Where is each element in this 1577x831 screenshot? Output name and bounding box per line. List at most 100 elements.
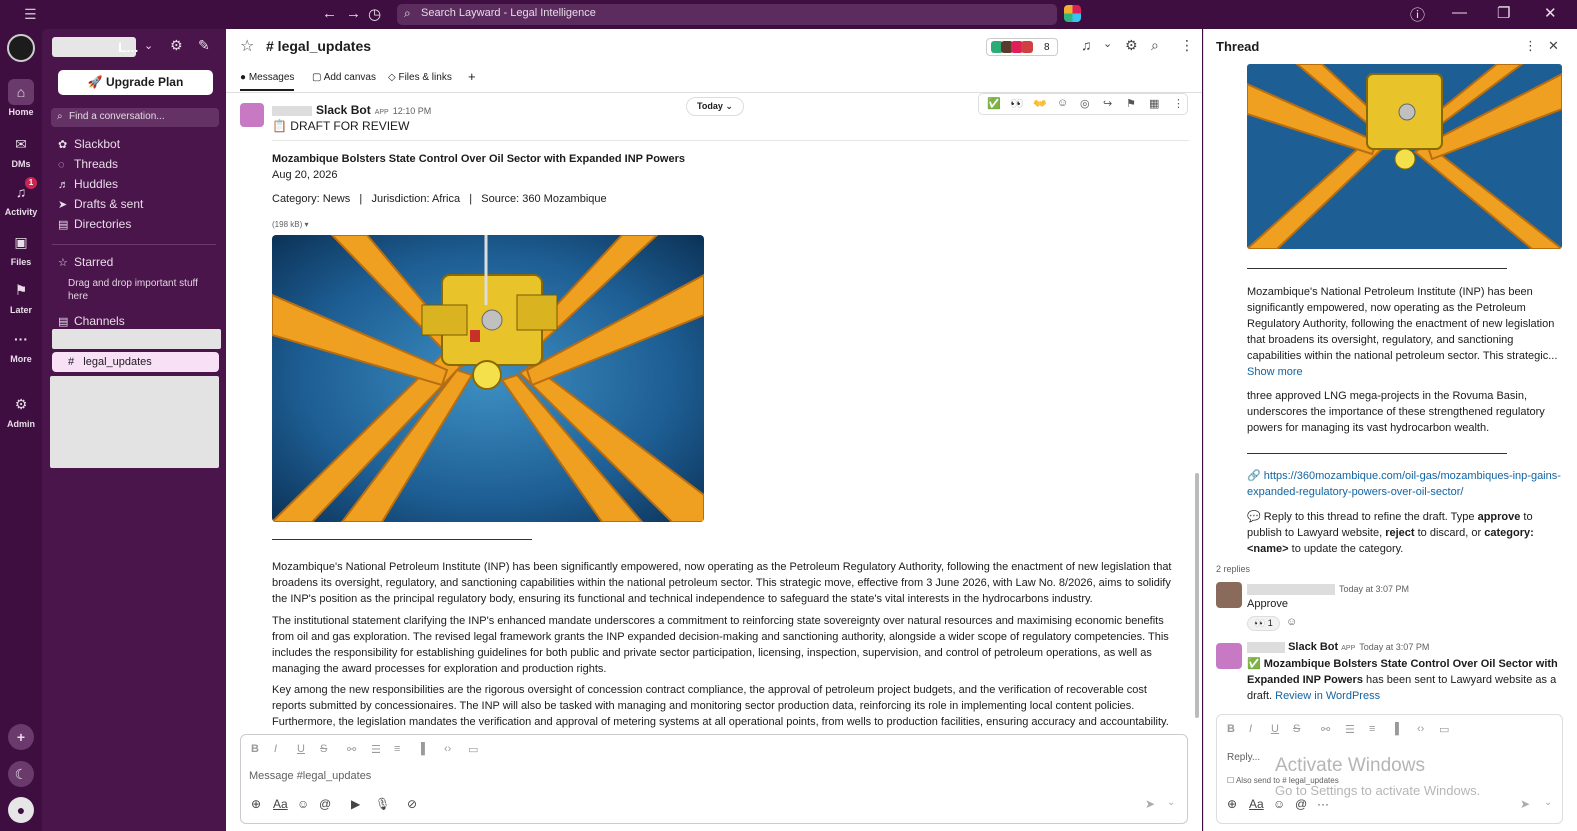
rail-admin[interactable]: ⚙ Admin [0,391,42,429]
sidebar-item-threads[interactable]: ◌ Threads [58,155,118,173]
reply-thread-icon[interactable]: ◎ [1080,97,1090,110]
rail-home[interactable]: ⌂ Home [0,79,42,117]
starred-section[interactable]: ☆ Starred [58,253,113,271]
strikethrough-icon[interactable]: S [320,743,327,755]
avatar[interactable] [1216,643,1242,669]
reply-sender[interactable]: Today at 3:07 PM [1247,583,1409,595]
search-bar[interactable]: ⌕ Search Layward - Legal Intelligence [397,4,1057,25]
quote-icon[interactable]: ▌ [1395,723,1403,735]
mention-icon[interactable]: @ [319,797,331,811]
link-icon[interactable]: ⚯ [347,743,356,756]
oil-rig-image[interactable] [1247,64,1562,249]
tab-files-links[interactable]: ◇ Files & links [388,72,452,83]
bullet-list-icon[interactable]: ≡ [1369,723,1375,735]
send-icon[interactable]: ➤ [1520,797,1530,811]
theme-toggle[interactable]: ☾ [0,761,42,789]
eyes-icon[interactable]: 👀 [1010,97,1024,110]
show-more-link[interactable]: Show more [1247,364,1565,380]
rail-files[interactable]: ▣ Files [0,229,42,267]
sidebar-item-slackbot[interactable]: ✿ Slackbot [58,135,120,153]
maximize-icon[interactable]: ❐ [1497,4,1510,22]
workspace-logo[interactable] [7,34,35,62]
quote-icon[interactable]: ▌ [421,743,429,755]
reaction-eyes[interactable]: 👀 1 [1247,616,1280,631]
star-icon[interactable]: ☆ [240,36,254,56]
mention-icon[interactable]: @ [1295,797,1307,811]
italic-icon[interactable]: I [1249,723,1252,735]
find-conversation-input[interactable]: ⌕ Find a conversation... [51,108,219,127]
scrollbar[interactable] [1195,473,1199,718]
bullet-list-icon[interactable]: ≡ [394,743,400,755]
add-workspace-button[interactable]: + [0,724,42,752]
rail-later[interactable]: ⚑ Later [0,277,42,315]
send-icon[interactable]: ➤ [1145,797,1155,811]
tab-messages[interactable]: ● Messages [240,72,295,91]
rail-more[interactable]: ··· More [0,326,42,364]
notification-icon[interactable]: ⚙ [1125,37,1138,54]
workspace-name[interactable]: L... [52,37,138,57]
code-icon[interactable]: ‹› [1417,723,1424,735]
avatar[interactable] [1216,582,1242,608]
settings-icon[interactable]: ⚙ [170,37,183,54]
search-icon[interactable]: ⌕ [1151,37,1159,54]
plus-icon[interactable]: ⊕ [1227,797,1237,811]
slash-command-icon[interactable]: ⊘ [407,797,417,811]
add-reaction-icon[interactable]: ☺ [1057,97,1068,109]
chevron-down-icon[interactable]: ⌄ [1167,797,1175,808]
emoji-icon[interactable]: ☺ [1273,797,1285,811]
strikethrough-icon[interactable]: S [1293,723,1300,735]
sidebar-item-legal-updates[interactable]: # legal_updates [52,352,219,372]
minimize-icon[interactable]: — [1452,4,1467,21]
clap-icon[interactable]: 👐 [1033,97,1047,110]
reply-placeholder[interactable]: Reply... [1227,752,1260,763]
menu-icon[interactable]: ☰ [24,6,37,23]
bookmark-icon[interactable]: ⚑ [1126,97,1136,110]
add-reaction-icon[interactable]: ☺ [1286,616,1297,628]
sidebar-item-huddles[interactable]: ♬ Huddles [58,175,118,193]
date-divider-button[interactable]: Today ⌄ [686,97,744,116]
member-avatars[interactable]: 8 [986,38,1058,56]
reply-sender[interactable]: Slack Bot APP Today at 3:07 PM [1247,641,1429,653]
emoji-icon[interactable]: ☺ [297,797,309,811]
message-sender[interactable]: Slack Bot APP 12:10 PM [272,103,431,117]
code-icon[interactable]: ‹› [444,743,451,755]
chevron-down-icon[interactable]: ⌄ [144,39,153,52]
channels-section[interactable]: ▤ Channels [58,312,125,330]
history-icon[interactable]: ◷ [368,5,381,23]
ordered-list-icon[interactable]: ☰ [1345,723,1355,736]
sidebar-item-directories[interactable]: ▤ Directories [58,215,131,233]
user-avatar[interactable]: ● [0,797,42,825]
close-window-icon[interactable]: ✕ [1544,4,1557,22]
link-icon[interactable]: ⚯ [1321,723,1330,736]
more-vertical-icon[interactable]: ⋮ [1180,37,1194,54]
bold-icon[interactable]: B [1227,723,1235,735]
tab-add-canvas[interactable]: ▢ Add canvas [312,72,376,83]
channel-title[interactable]: # legal_updates [266,38,371,54]
bold-icon[interactable]: B [251,743,259,755]
underline-icon[interactable]: U [297,743,305,755]
code-block-icon[interactable]: ▭ [1439,723,1449,736]
article-url[interactable]: https://360mozambique.com/oil-gas/mozamb… [1247,470,1561,498]
italic-icon[interactable]: I [274,743,277,755]
chevron-down-icon[interactable]: ⌄ [1544,797,1552,808]
huddle-icon[interactable]: ♫ [1081,37,1092,53]
video-icon[interactable]: ▶ [351,797,360,811]
underline-icon[interactable]: U [1271,723,1279,735]
add-tab-button[interactable]: + [468,69,476,84]
ordered-list-icon[interactable]: ☰ [371,743,381,756]
format-icon[interactable]: Aa [273,797,288,811]
more-vertical-icon[interactable]: ⋮ [1173,97,1184,110]
file-size-toggle[interactable]: (198 kB) ▾ [272,220,308,229]
format-icon[interactable]: Aa [1249,797,1264,811]
compose-icon[interactable]: ✎ [198,37,210,54]
code-block-icon[interactable]: ▭ [468,743,478,756]
rail-dms[interactable]: ✉ DMs [0,131,42,169]
microphone-icon[interactable]: 🎙 [375,797,390,811]
more-icon[interactable]: ··· [1317,797,1329,811]
review-wordpress-link[interactable]: Review in WordPress [1275,690,1380,702]
plus-icon[interactable]: ⊕ [251,797,261,811]
redacted-channel[interactable] [52,329,221,349]
more-vertical-icon[interactable]: ⋮ [1524,38,1537,54]
share-icon[interactable]: ↪ [1103,97,1112,110]
slack-app-icon[interactable] [1064,5,1081,22]
